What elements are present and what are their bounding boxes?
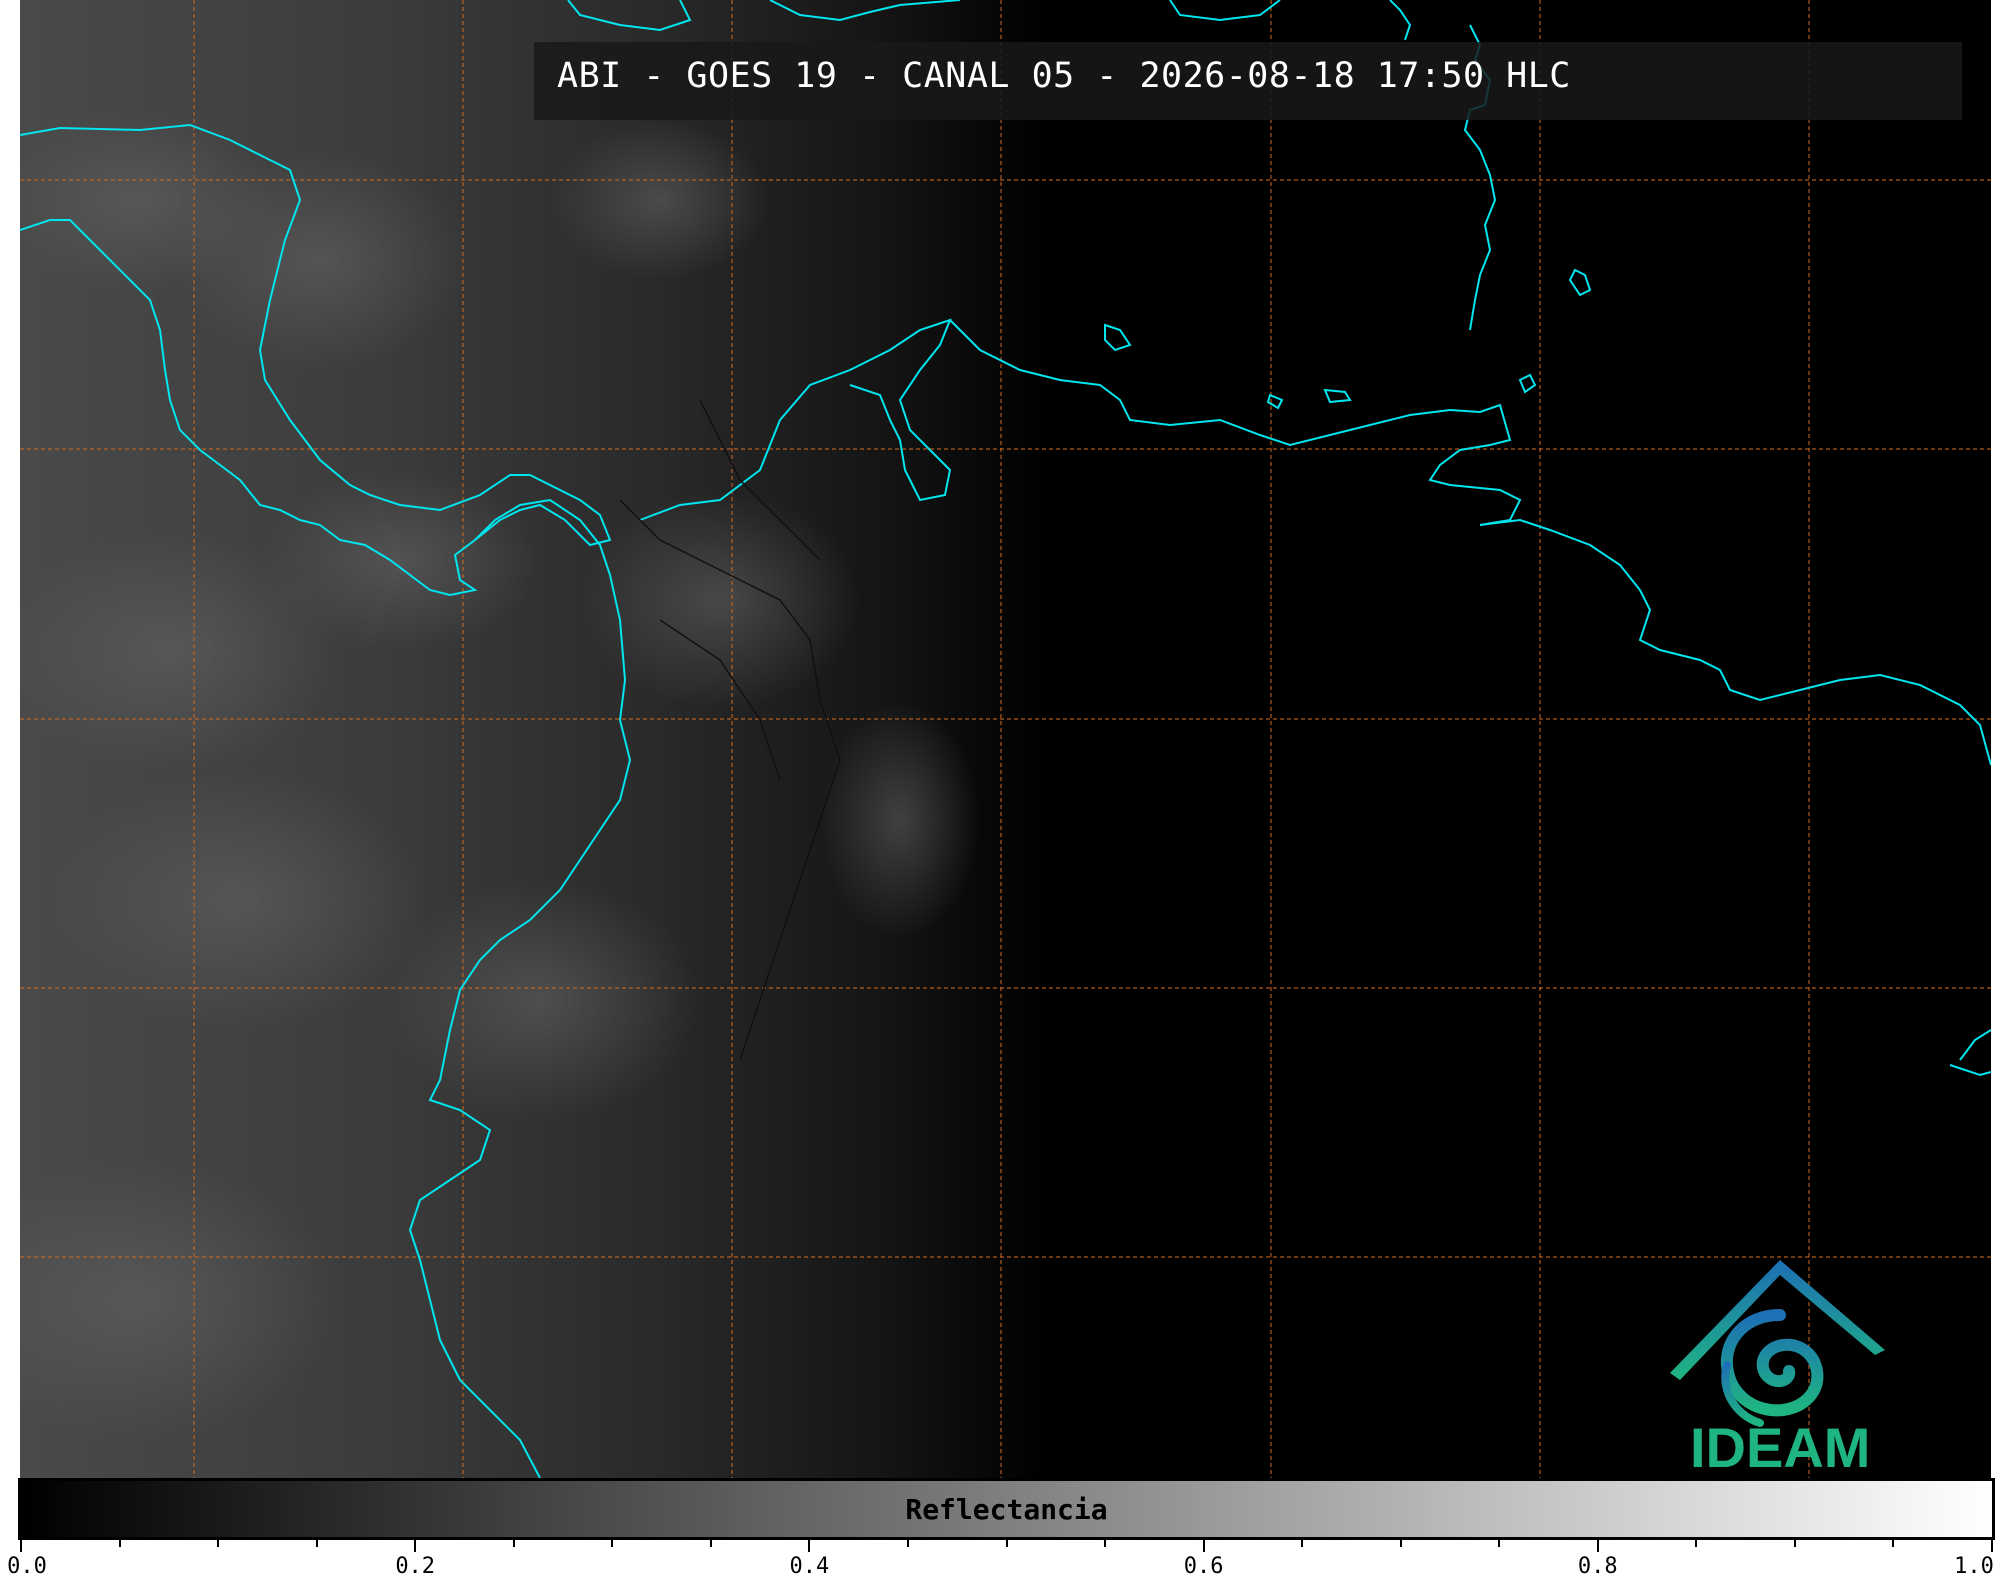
colorbar-tick: [1301, 1538, 1304, 1547]
colorbar-gradient: Reflectancia: [18, 1478, 1995, 1540]
colorbar-tick: [1793, 1538, 1796, 1547]
colorbar-tick-label: 0.2: [395, 1554, 436, 1579]
colorbar-tick: [1498, 1538, 1501, 1547]
colorbar-tick: [1005, 1538, 1008, 1547]
colorbar-tick: [512, 1538, 515, 1547]
colorbar-tick: [1892, 1538, 1895, 1547]
colorbar-tick: [611, 1538, 614, 1547]
colorbar-label: Reflectancia: [905, 1493, 1108, 1526]
colorbar-tick-label: 0.6: [1183, 1554, 1224, 1579]
colorbar-tick: [709, 1538, 712, 1547]
colorbar-tick: [1991, 1538, 1993, 1552]
colorbar-tick: [1399, 1538, 1402, 1547]
colorbar-tick-label: 0.4: [789, 1554, 830, 1579]
colorbar-tick: [1104, 1538, 1107, 1547]
colorbar-tick: [315, 1538, 318, 1547]
colorbar-tick: [1202, 1538, 1205, 1552]
ideam-logo-icon: IDEAM: [1670, 1260, 1885, 1479]
logo-text: IDEAM: [1690, 1416, 1870, 1475]
colorbar-tick: [1596, 1538, 1599, 1552]
colorbar-tick: [20, 1538, 22, 1552]
colorbar-tick-label: 0.8: [1577, 1554, 1618, 1579]
map-title: ABI - GOES 19 - CANAL 05 - 2026-08-18 17…: [557, 56, 1571, 96]
colorbar-tick: [808, 1538, 811, 1552]
colorbar-tick: [906, 1538, 909, 1547]
colorbar: Reflectancia: [18, 1478, 1995, 1540]
colorbar-tick: [1695, 1538, 1698, 1547]
colorbar-tick-label: 1.0: [1954, 1554, 1994, 1579]
colorbar-tick-label: 0.0: [7, 1554, 47, 1579]
ideam-logo: IDEAM: [1665, 1255, 1895, 1479]
colorbar-tick: [217, 1538, 220, 1547]
colorbar-tick: [118, 1538, 121, 1547]
colorbar-tick: [414, 1538, 417, 1552]
